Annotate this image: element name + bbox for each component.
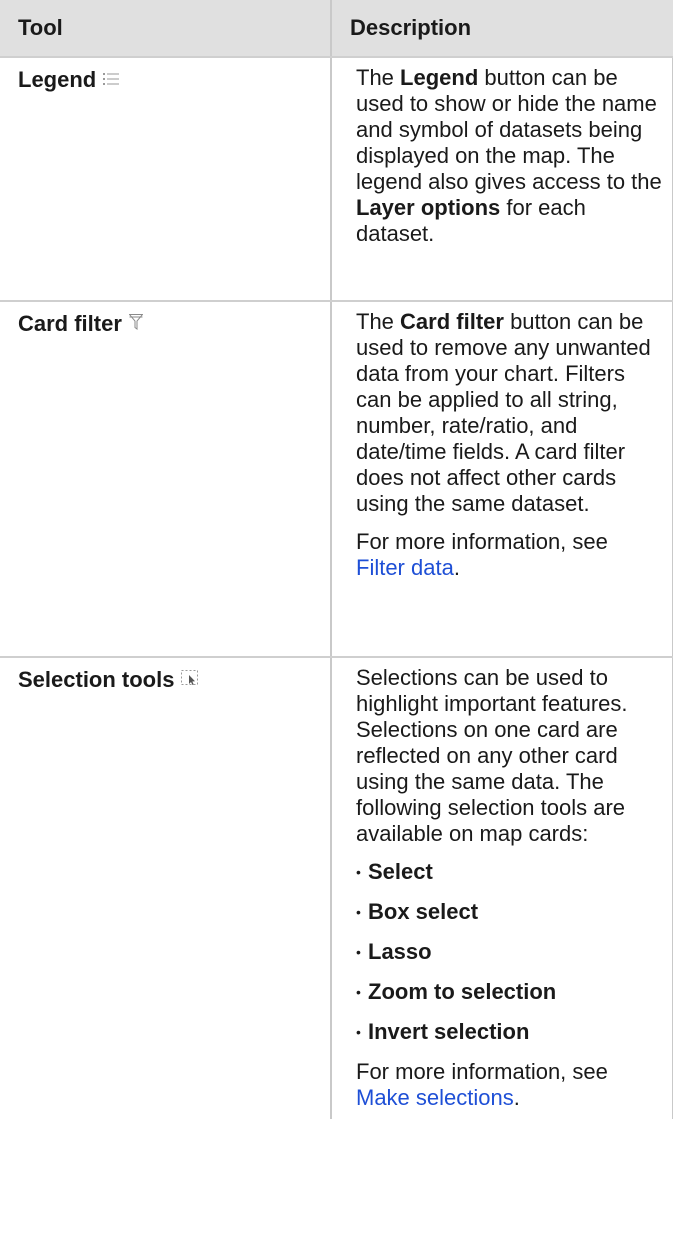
list-item: Invert selection bbox=[356, 1019, 662, 1045]
make-selections-link[interactable]: Make selections bbox=[356, 1085, 514, 1110]
description-cell: The Card filter button can be used to re… bbox=[331, 301, 673, 658]
table-row-card-filter: Card filter The Card filter button can b… bbox=[0, 301, 673, 658]
tool-cell: Selection tools bbox=[0, 657, 332, 1119]
list-item: Zoom to selection bbox=[356, 979, 662, 1005]
header-description: Description bbox=[331, 0, 673, 58]
selection-cursor-icon bbox=[181, 666, 199, 692]
list-item: Box select bbox=[356, 899, 662, 925]
more-info-paragraph: For more information, see Filter data. bbox=[356, 529, 608, 580]
list-item: Lasso bbox=[356, 939, 662, 965]
header-row: Tool Description bbox=[0, 0, 673, 58]
funnel-filter-icon bbox=[128, 310, 144, 336]
tool-label: Legend bbox=[18, 67, 97, 92]
legend-list-icon bbox=[103, 66, 120, 92]
description-paragraph: The Card filter button can be used to re… bbox=[356, 309, 651, 516]
table-row-selection-tools: Selection tools Selections can be used t… bbox=[0, 657, 673, 1119]
tool-name-selection-tools: Selection tools bbox=[18, 667, 318, 694]
more-info-paragraph: For more information, see Make selection… bbox=[356, 1059, 608, 1110]
tool-cell: Legend bbox=[0, 57, 332, 302]
header-tool: Tool bbox=[0, 0, 332, 58]
list-item: Select bbox=[356, 859, 662, 885]
selection-tools-list: Select Box select Lasso Zoom to selectio… bbox=[356, 859, 662, 1045]
filter-data-link[interactable]: Filter data bbox=[356, 555, 454, 580]
tool-label: Card filter bbox=[18, 311, 122, 336]
description-cell: Selections can be used to highlight impo… bbox=[331, 657, 673, 1119]
tool-name-legend: Legend bbox=[18, 67, 318, 94]
tool-cell: Card filter bbox=[0, 301, 332, 658]
description-paragraph: The Legend button can be used to show or… bbox=[356, 65, 662, 246]
tools-table: Tool Description Legend The Legend butto… bbox=[0, 0, 673, 1119]
description-cell: The Legend button can be used to show or… bbox=[331, 57, 673, 302]
tool-name-card-filter: Card filter bbox=[18, 311, 318, 338]
table-row-legend: Legend The Legend button can be used to … bbox=[0, 57, 673, 302]
description-paragraph: Selections can be used to highlight impo… bbox=[356, 665, 628, 846]
tool-label: Selection tools bbox=[18, 667, 175, 692]
